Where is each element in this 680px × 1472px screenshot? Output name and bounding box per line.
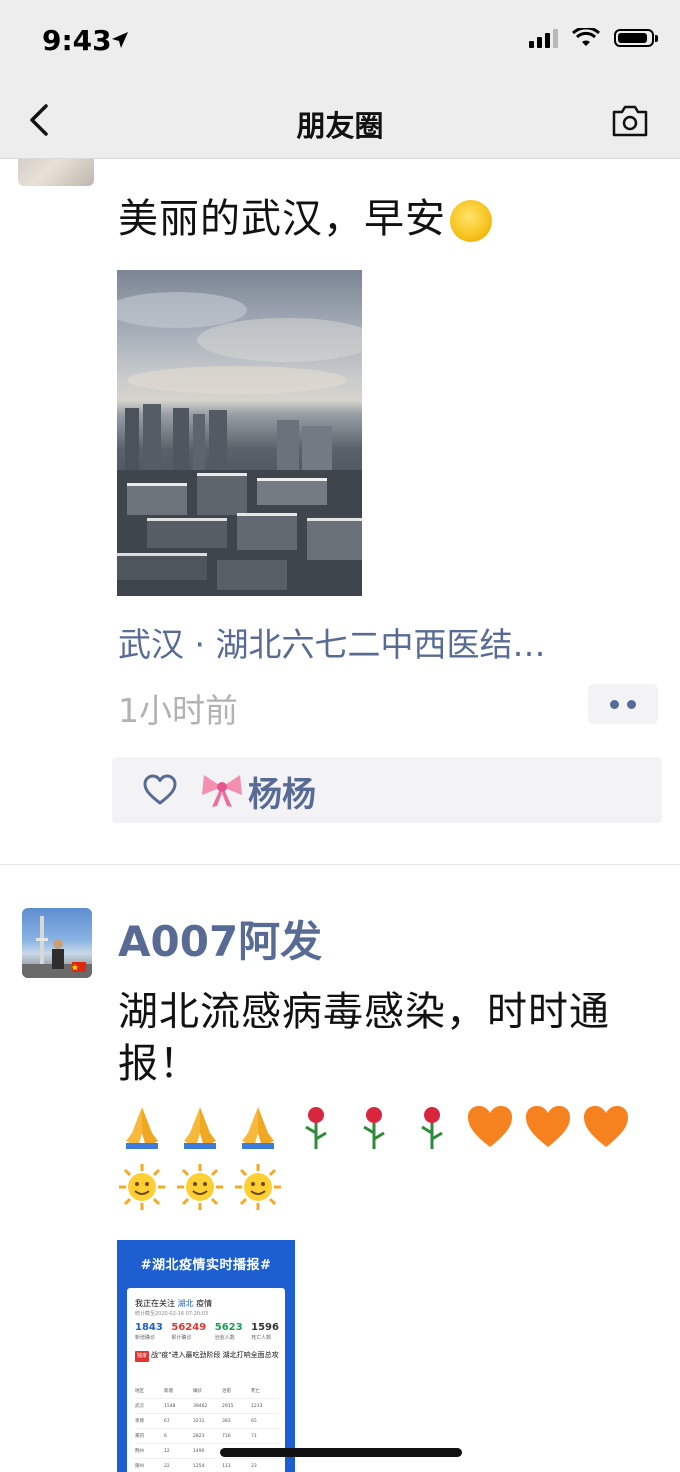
card-title: #湖北疫情实时播报# [140,1258,272,1273]
likes-section: 杨杨 [112,757,662,823]
sun-face-emoji-icon [177,1164,223,1210]
rose-emoji-icon [421,1107,443,1149]
avatar-photo [22,916,92,978]
card-watching-line: 我正在关注 湖北 疫情 [135,1299,213,1308]
card-headline: 独家 战"疫"进入最吃劲阶段 湖北打响全面总攻 [135,1350,279,1362]
table-row: 随州 22 1254 113 23 [135,1459,279,1472]
top-bar: 9:43 朋友圈 [0,0,680,159]
folded-hands-emoji-icon [126,1107,158,1149]
post-divider [0,864,680,865]
ribbon-bow-emoji-icon [202,775,242,807]
shared-image-card[interactable]: #湖北疫情实时播报# 我正在关注 湖北 疫情 统计截至2020-02-16 07… [117,1240,295,1472]
orange-heart-emoji-icon [468,1106,512,1147]
table-row: 孝感 67 3231 383 65 [135,1414,279,1429]
card-content: 我正在关注 湖北 疫情 统计截至2020-02-16 07:20:03 1843… [127,1288,285,1472]
dot-icon [627,699,636,709]
dot-icon [610,699,619,709]
sun-face-emoji-icon [119,1164,165,1210]
post-text: 美丽的武汉，早安 [118,186,492,244]
card-stat-time: 统计截至2020-02-16 07:20:03 [135,1311,209,1317]
post-text-content: 美丽的武汉，早安 [118,196,446,242]
camera-icon[interactable] [610,104,650,138]
rose-emoji-icon [305,1107,327,1149]
orange-heart-emoji-icon [526,1106,570,1147]
folded-hands-emoji-icon [184,1107,216,1149]
sun-face-emoji-icon [235,1164,281,1210]
emoji-row [118,1160,292,1214]
emoji-row [118,1100,640,1154]
post-text: 湖北流感病毒感染，时时通报！ [118,989,610,1087]
page-title: 朋友圈 [296,109,384,143]
battery-icon [614,29,658,47]
city-skyline-photo [117,292,362,596]
liker-name[interactable]: 杨杨 [248,767,316,816]
orange-heart-emoji-icon [584,1106,628,1147]
card-stats: 1843 新增确诊 56249 累计确诊 5623 治愈人数 1596 死亡人数 [135,1322,279,1341]
status-time: 9:43 [42,24,112,57]
home-indicator[interactable] [220,1448,462,1457]
stat-deaths: 1596 死亡人数 [251,1322,279,1341]
sun-face-emoji-icon [450,200,492,242]
table-row: 黄冈 6 2823 716 71 [135,1429,279,1444]
status-indicators [529,28,658,48]
stat-new-confirmed: 1843 新增确诊 [135,1322,163,1341]
card-table: 地区 新增 确诊 治愈 死亡 武汉 1548 39462 2915 1233 孝感 67 3231 3… [135,1384,279,1472]
table-header: 地区 新增 确诊 治愈 死亡 [135,1384,279,1399]
avatar[interactable] [22,908,92,978]
post-timestamp: 1小时前 [118,691,238,730]
username[interactable]: A007阿发 [118,908,322,969]
rose-emoji-icon [363,1107,385,1149]
cellular-signal-icon [529,28,558,48]
stat-total-confirmed: 56249 累计确诊 [171,1322,207,1341]
location-arrow-icon [112,32,128,48]
stat-recovered: 5623 治愈人数 [214,1322,243,1341]
folded-hands-emoji-icon [242,1107,274,1149]
location-link[interactable]: 武汉 · 湖北六七二中西医结… [118,618,638,666]
comment-more-button[interactable] [588,684,658,724]
table-row: 武汉 1548 39462 2915 1233 [135,1399,279,1414]
heart-outline-icon [143,774,177,805]
post-photo[interactable] [117,270,362,596]
wifi-icon [572,28,600,46]
